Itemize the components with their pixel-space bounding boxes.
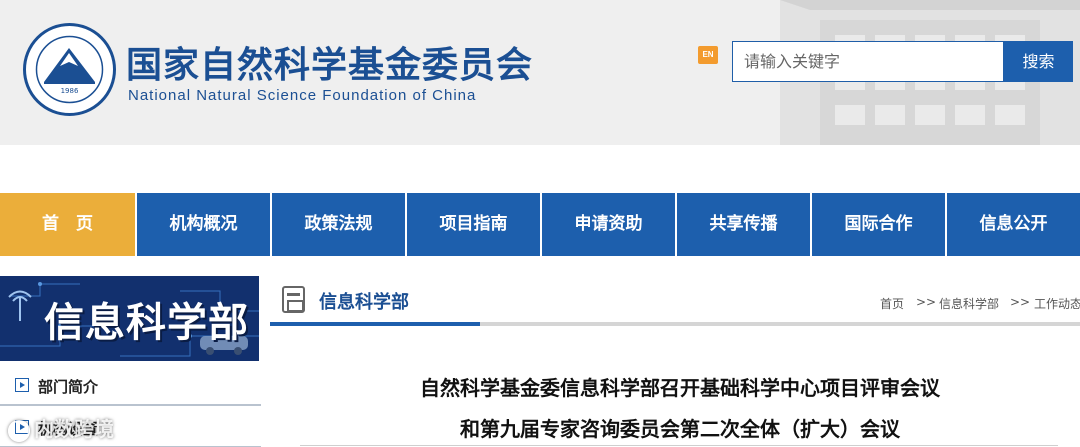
logo-year-text: 1986 xyxy=(61,87,79,95)
site-title-en: National Natural Science Foundation of C… xyxy=(128,87,477,104)
section-accent-bar xyxy=(270,322,480,326)
department-banner-title: 信息科学部 xyxy=(44,300,249,346)
watermark-logo-icon xyxy=(8,419,30,442)
article-title-line2: 和第九届专家咨询委员会第二次全体（扩大）会议 xyxy=(460,417,900,441)
nav-item-apply[interactable]: 申请资助 xyxy=(540,193,675,256)
breadcrumb-home[interactable]: 首页 xyxy=(880,295,904,312)
nav-item-guide[interactable]: 项目指南 xyxy=(405,193,540,256)
sidebar-item-intro[interactable]: 部门简介 xyxy=(0,366,261,406)
site-header: 1986 国家自然科学基金委员会 National Natural Scienc… xyxy=(0,0,1080,145)
nav-item-international[interactable]: 国际合作 xyxy=(810,193,945,256)
search-button[interactable]: 搜索 xyxy=(1004,41,1073,82)
article-divider xyxy=(300,445,1058,446)
main-nav: 首 页 机构概况 政策法规 项目指南 申请资助 共享传播 国际合作 信息公开 xyxy=(0,193,1080,256)
breadcrumb-separator: >> xyxy=(1010,295,1031,309)
play-arrow-icon xyxy=(15,378,29,392)
nav-item-share[interactable]: 共享传播 xyxy=(675,193,810,256)
search-input[interactable] xyxy=(732,41,1004,82)
site-title-cn: 国家自然科学基金委员会 xyxy=(126,45,534,86)
breadcrumb-department[interactable]: 信息科学部 xyxy=(939,295,999,312)
nsfc-logo[interactable]: 1986 xyxy=(22,22,117,117)
section-title: 信息科学部 xyxy=(319,292,409,313)
nav-item-about[interactable]: 机构概况 xyxy=(135,193,270,256)
nav-item-policy[interactable]: 政策法规 xyxy=(270,193,405,256)
section-header: 信息科学部 首页 >> 信息科学部 >> 工作动态 xyxy=(270,280,1080,326)
watermark: 内数跨境 xyxy=(8,413,114,442)
breadcrumb-separator: >> xyxy=(916,295,937,309)
document-icon xyxy=(282,286,305,313)
nav-item-home[interactable]: 首 页 xyxy=(0,193,135,256)
department-banner: 信息科学部 xyxy=(0,276,259,361)
breadcrumb-current: 工作动态 xyxy=(1034,297,1080,311)
english-version-button[interactable]: EN xyxy=(698,46,718,64)
nav-item-disclosure[interactable]: 信息公开 xyxy=(945,193,1080,256)
article-title-line1: 自然科学基金委信息科学部召开基础科学中心项目评审会议 xyxy=(420,376,940,400)
watermark-text: 内数跨境 xyxy=(34,417,114,441)
sidebar-item-label: 部门简介 xyxy=(38,378,99,396)
